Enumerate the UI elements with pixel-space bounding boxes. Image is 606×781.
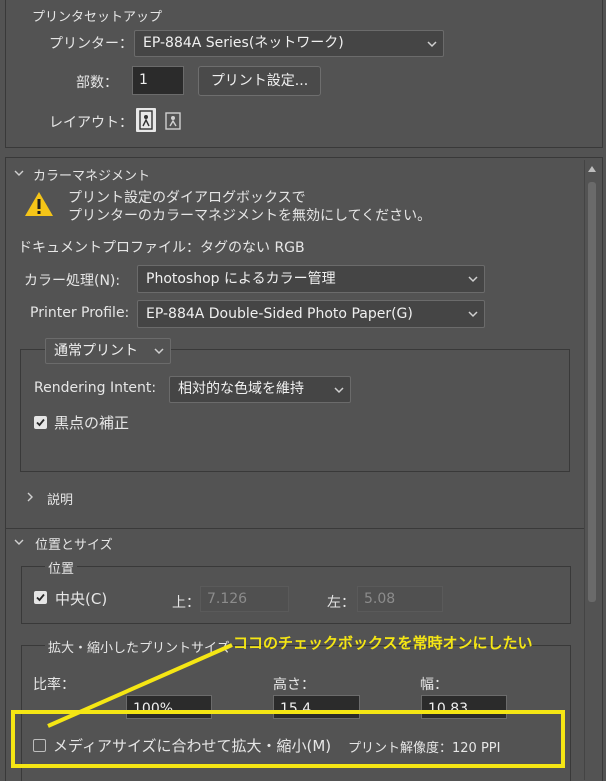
annotation-arrow xyxy=(47,643,233,728)
annotation-text: ココのチェックボックスを常時オンにしたい xyxy=(233,634,533,652)
